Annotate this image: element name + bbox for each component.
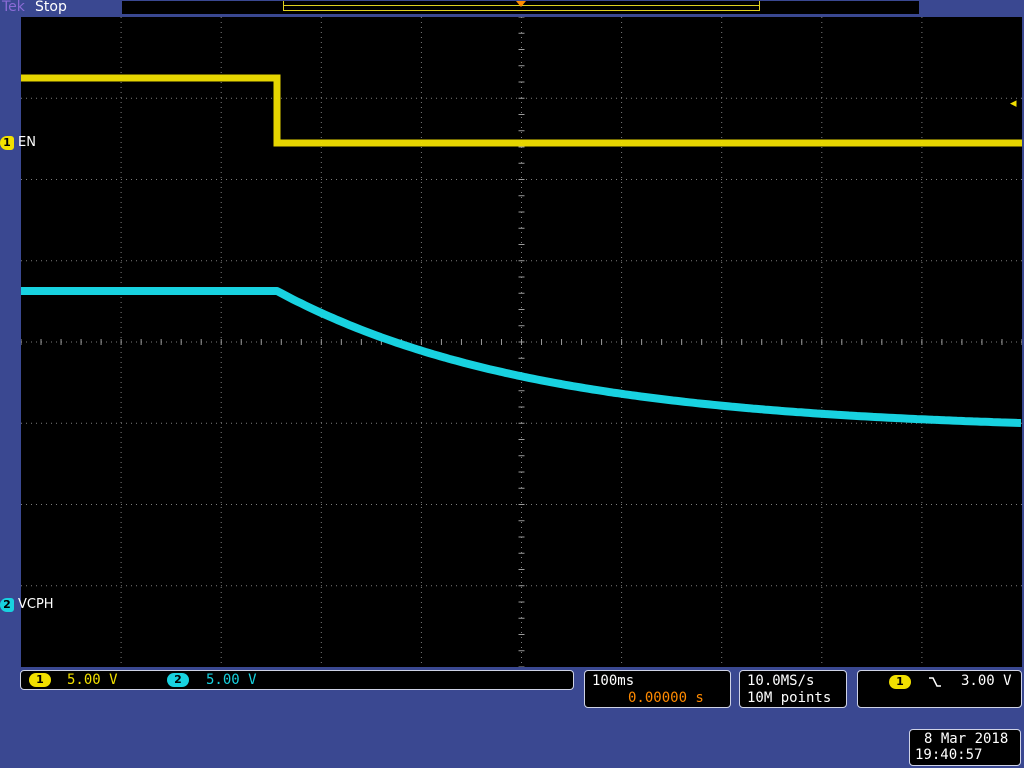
timebase-scale: 100ms — [592, 673, 635, 689]
brand-logo: Tek — [2, 0, 25, 15]
sample-rate: 10.0MS/s — [747, 673, 815, 689]
date: 8 Mar 2018 — [924, 731, 1009, 747]
record-length: 10M points — [747, 690, 832, 706]
horizontal-readout[interactable]: 100ms 0.00000 s — [584, 670, 731, 708]
ch1-scale: 5.00 V — [67, 672, 118, 688]
arrow-left-icon[interactable]: ◂ — [1010, 96, 1017, 111]
time: 19:40:57 — [915, 747, 983, 763]
trigger-level: 3.00 V — [961, 673, 1012, 689]
channel-1-badge: 1 — [0, 135, 14, 150]
ch2-scale: 5.00 V — [206, 672, 257, 688]
ch2-readout-badge: 2 — [167, 673, 189, 687]
channel-2-badge: 2 — [0, 597, 14, 612]
channel-1-label: EN — [18, 135, 36, 150]
timebase-position: 0.00000 s — [628, 690, 704, 706]
triangle-down-icon[interactable] — [516, 1, 526, 7]
acquisition-readout[interactable]: 10.0MS/s 10M points — [739, 670, 847, 708]
falling-edge-icon — [929, 677, 941, 687]
graticule — [21, 17, 1022, 667]
ch1-readout-badge: 1 — [29, 673, 51, 687]
status-bar: Tek Stop — [0, 0, 1024, 16]
date-time: 8 Mar 2018 19:40:57 — [909, 729, 1021, 766]
vertical-readout[interactable]: 1 5.00 V 2 5.00 V — [20, 670, 574, 690]
channel-1-marker[interactable]: 1 EN — [0, 135, 36, 150]
waveform-display[interactable] — [20, 16, 1023, 668]
run-state: Stop — [35, 0, 67, 15]
channel-2-marker[interactable]: 2 VCPH — [0, 597, 54, 612]
trigger-readout[interactable]: 1 3.00 V — [857, 670, 1022, 708]
channel-2-label: VCPH — [18, 597, 54, 612]
trigger-source-badge: 1 — [889, 675, 911, 689]
